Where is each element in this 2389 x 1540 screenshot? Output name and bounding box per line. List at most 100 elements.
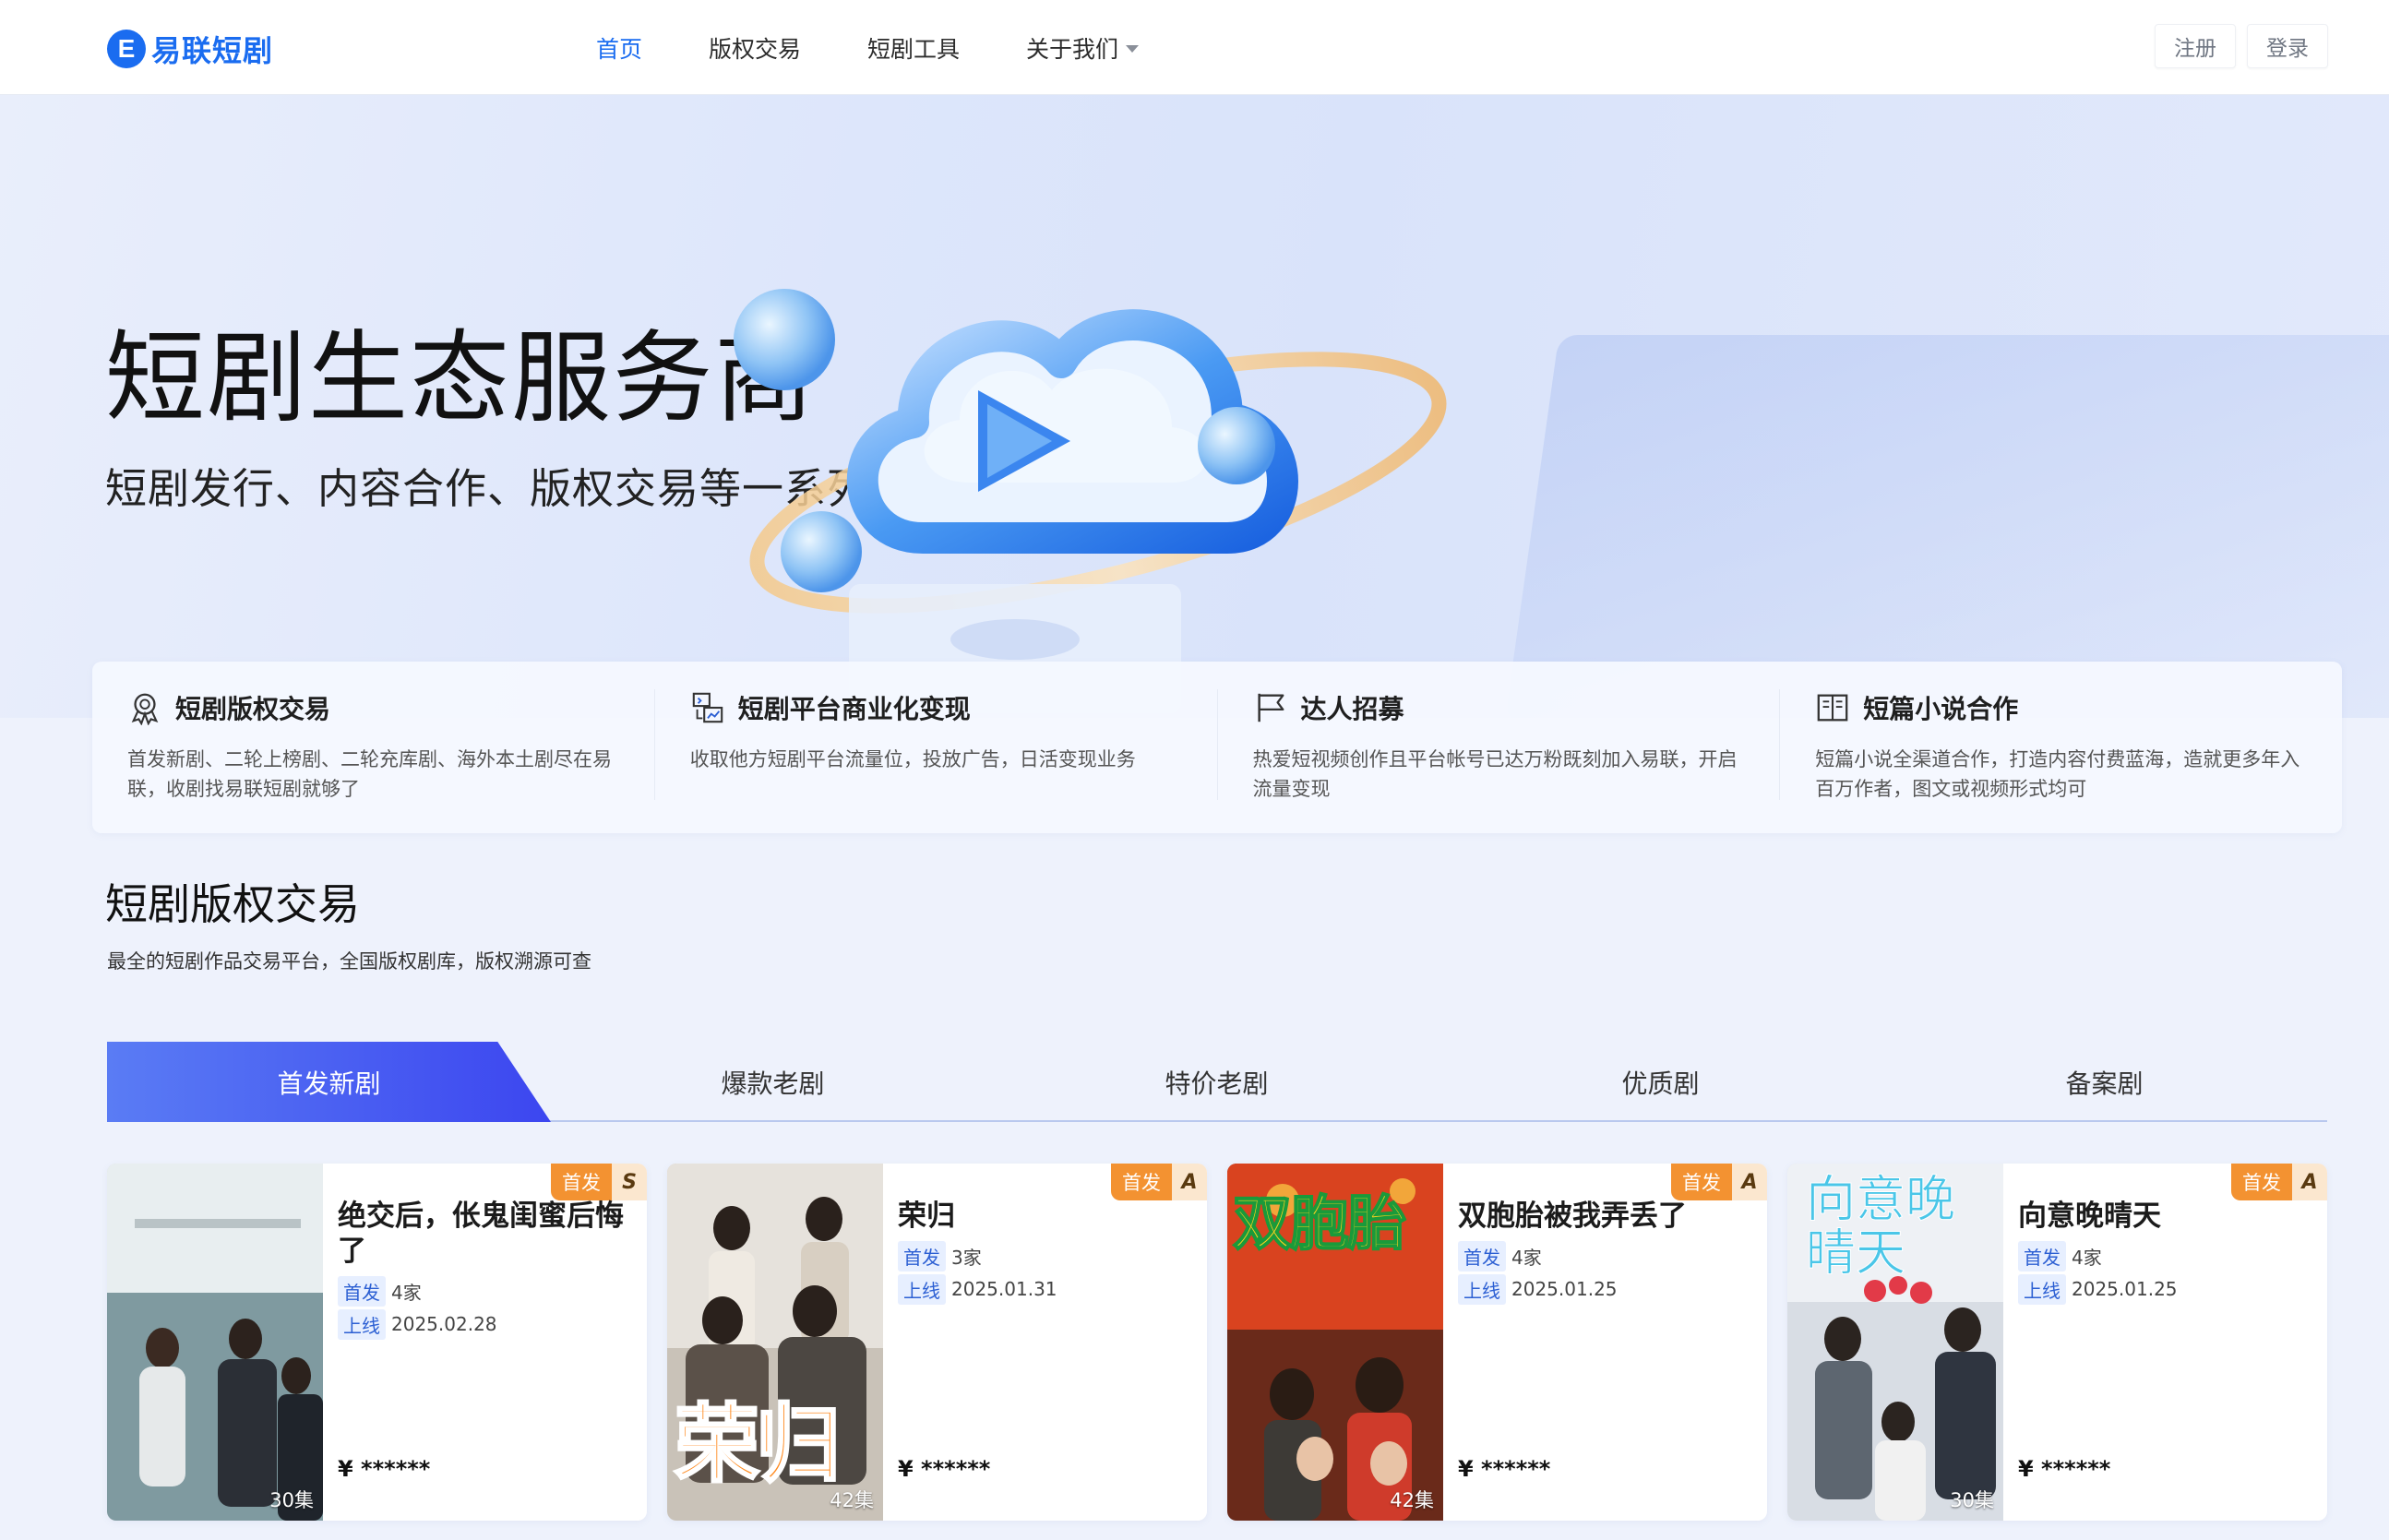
cloud-play-illustration [734, 289, 1447, 713]
release-badge: 首发 A [1111, 1164, 1207, 1200]
meta-tag: 上线 [1458, 1273, 1506, 1305]
nav-item-about[interactable]: 关于我们 [1026, 31, 1140, 65]
service-title: 达人招募 [1300, 694, 1404, 724]
meta-tag: 首发 [2018, 1240, 2066, 1271]
chart-icon [692, 692, 723, 723]
online-date-meta: 上线 2025.02.28 [338, 1307, 628, 1341]
badge-first-label: 首发 [2231, 1164, 2292, 1200]
release-badge: 首发 S [551, 1164, 647, 1200]
badge-level-label: A [1172, 1164, 1207, 1200]
badge-level-label: A [1732, 1164, 1767, 1200]
episode-count: 30集 [1950, 1489, 1994, 1511]
online-date-meta: 上线 2025.01.25 [2018, 1272, 2309, 1306]
meta-value: 2025.01.31 [951, 1278, 1057, 1300]
tab-registered[interactable]: 备案剧 [1882, 1042, 2326, 1122]
poster-title-art: 荣归 [673, 1394, 842, 1496]
meta-value: 3家 [951, 1246, 982, 1269]
service-title: 短篇小说合作 [1863, 694, 2019, 724]
caret-down-icon [1126, 44, 1140, 53]
service-title: 短剧平台商业化变现 [737, 694, 971, 724]
episode-count: 42集 [1390, 1489, 1434, 1511]
drama-title: 向意晚晴天 [2018, 1200, 2161, 1233]
login-button[interactable]: 登录 [2247, 24, 2328, 68]
service-strip: 短剧版权交易 首发新剧、二轮上榜剧、二轮充库剧、海外本土剧尽在易联，收剧找易联短… [92, 662, 2342, 833]
register-button[interactable]: 注册 [2155, 24, 2236, 68]
meta-value: 2025.01.25 [2072, 1278, 2178, 1300]
drama-poster: 30集 [107, 1164, 323, 1521]
episode-count: 42集 [830, 1489, 874, 1511]
nav-item-label: 首页 [596, 35, 643, 63]
main-menu: 首页 版权交易 短剧工具 关于我们 [596, 0, 1205, 95]
first-release-meta: 首发 4家 [2018, 1239, 2309, 1272]
drama-card[interactable]: 30集 首发 S 绝交后，伥鬼闺蜜后悔了 首发 4家 上线 2025.02.28 ¥… [107, 1164, 647, 1521]
service-desc: 首发新剧、二轮上榜剧、二轮充库剧、海外本土剧尽在易联，收剧找易联短剧就够了 [127, 748, 612, 800]
service-desc: 热爱短视频创作且平台帐号已达万粉既刻加入易联，开启流量变现 [1252, 748, 1738, 800]
drama-price: ¥ ****** [898, 1456, 991, 1482]
service-title: 短剧版权交易 [175, 694, 331, 724]
nav-item-copyright-trade[interactable]: 版权交易 [709, 31, 801, 65]
badge-first-label: 首发 [1671, 1164, 1732, 1200]
drama-card[interactable]: 向意晚晴天 30集 首发 A 向意晚晴天 首发 4家 上线 2025.01.25 ¥… [1787, 1164, 2327, 1521]
badge-level-label: A [2292, 1164, 2327, 1200]
drama-card[interactable]: 双胞胎 42集 首发 A 双胞胎被我弄丢了 首发 4家 上线 2025.01.25 … [1227, 1164, 1767, 1521]
nav-item-tools[interactable]: 短剧工具 [867, 31, 960, 65]
tab-discount-classics[interactable]: 特价老剧 [995, 1042, 1439, 1122]
meta-value: 2025.02.28 [391, 1313, 497, 1335]
auth-buttons: 注册 登录 [2144, 24, 2328, 68]
drama-card-list: 30集 首发 S 绝交后，伥鬼闺蜜后悔了 首发 4家 上线 2025.02.28 ¥… [107, 1164, 2327, 1521]
badge-first-label: 首发 [1111, 1164, 1172, 1200]
poster-image [107, 1164, 323, 1521]
nav-item-label: 短剧工具 [867, 35, 961, 63]
meta-tag: 首发 [338, 1275, 386, 1307]
tab-hit-classics[interactable]: 爆款老剧 [551, 1042, 995, 1122]
brand-logo[interactable]: E 易联短剧 [107, 28, 273, 70]
first-release-meta: 首发 4家 [338, 1274, 628, 1307]
nav-item-home[interactable]: 首页 [596, 31, 642, 65]
award-icon [131, 693, 159, 725]
drama-poster: 向意晚晴天 30集 [1787, 1164, 2003, 1521]
drama-price: ¥ ****** [338, 1456, 431, 1482]
tab-quality[interactable]: 优质剧 [1439, 1042, 1882, 1122]
book-icon [1817, 694, 1848, 722]
drama-price: ¥ ****** [2018, 1456, 2111, 1482]
drama-category-tabs: 首发新剧 爆款老剧 特价老剧 优质剧 备案剧 [107, 1042, 2327, 1122]
section-title: 短剧版权交易 [105, 879, 360, 929]
section-subtitle: 最全的短剧作品交易平台，全国版权剧库，版权溯源可查 [107, 950, 591, 973]
badge-first-label: 首发 [551, 1164, 612, 1200]
service-desc: 短篇小说全渠道合作，打造内容付费蓝海，造就更多年入百万作者，图文或视频形式均可 [1815, 748, 2300, 800]
badge-level-label: S [612, 1164, 647, 1200]
service-desc: 收取他方短剧平台流量位，投放广告，日活变现业务 [689, 748, 1136, 770]
service-item-copyright[interactable]: 短剧版权交易 首发新剧、二轮上榜剧、二轮充库剧、海外本土剧尽在易联，收剧找易联短… [92, 689, 655, 800]
logo-mark-icon: E [107, 30, 146, 68]
service-item-monetization[interactable]: 短剧平台商业化变现 收取他方短剧平台流量位，投放广告，日活变现业务 [655, 689, 1218, 800]
top-nav: E 易联短剧 首页 版权交易 短剧工具 关于我们 注册 登录 [0, 0, 2389, 95]
meta-value: 4家 [1511, 1246, 1542, 1269]
meta-tag: 上线 [338, 1308, 386, 1340]
release-badge: 首发 A [2231, 1164, 2327, 1200]
service-item-novel[interactable]: 短篇小说合作 短篇小说全渠道合作，打造内容付费蓝海，造就更多年入百万作者，图文或… [1780, 689, 2342, 800]
meta-value: 4家 [2072, 1246, 2102, 1269]
poster-title-art: 向意晚晴天 [1806, 1170, 1956, 1282]
online-date-meta: 上线 2025.01.31 [898, 1272, 1189, 1306]
episode-count: 30集 [269, 1489, 314, 1511]
meta-tag: 首发 [1458, 1240, 1506, 1271]
drama-poster: 荣归 42集 [667, 1164, 883, 1521]
hero-banner: 短剧发行、内容合作、版权交易等一系列产 短剧生态服务商 [0, 95, 2389, 718]
drama-title: 荣归 [898, 1200, 955, 1233]
nav-item-label: 关于我们 [1026, 35, 1119, 63]
meta-value: 4家 [391, 1281, 422, 1304]
drama-card[interactable]: 荣归 42集 首发 A 荣归 首发 3家 上线 2025.01.31 ¥ *****… [667, 1164, 1207, 1521]
nav-item-label: 版权交易 [709, 35, 802, 63]
drama-price: ¥ ****** [1458, 1456, 1551, 1482]
meta-value: 2025.01.25 [1511, 1278, 1618, 1300]
hero-title: 短剧生态服务商 [105, 321, 817, 436]
flag-icon [1257, 693, 1284, 722]
hero-decor-slab [1504, 335, 2389, 718]
brand-name: 易联短剧 [151, 33, 274, 68]
drama-title: 绝交后，伥鬼闺蜜后悔了 [338, 1200, 624, 1268]
meta-tag: 上线 [898, 1273, 946, 1305]
drama-poster: 双胞胎 42集 [1227, 1164, 1443, 1521]
tab-new-release[interactable]: 首发新剧 [107, 1042, 551, 1122]
meta-tag: 上线 [2018, 1273, 2066, 1305]
service-item-creators[interactable]: 达人招募 热爱短视频创作且平台帐号已达万粉既刻加入易联，开启流量变现 [1218, 689, 1781, 800]
